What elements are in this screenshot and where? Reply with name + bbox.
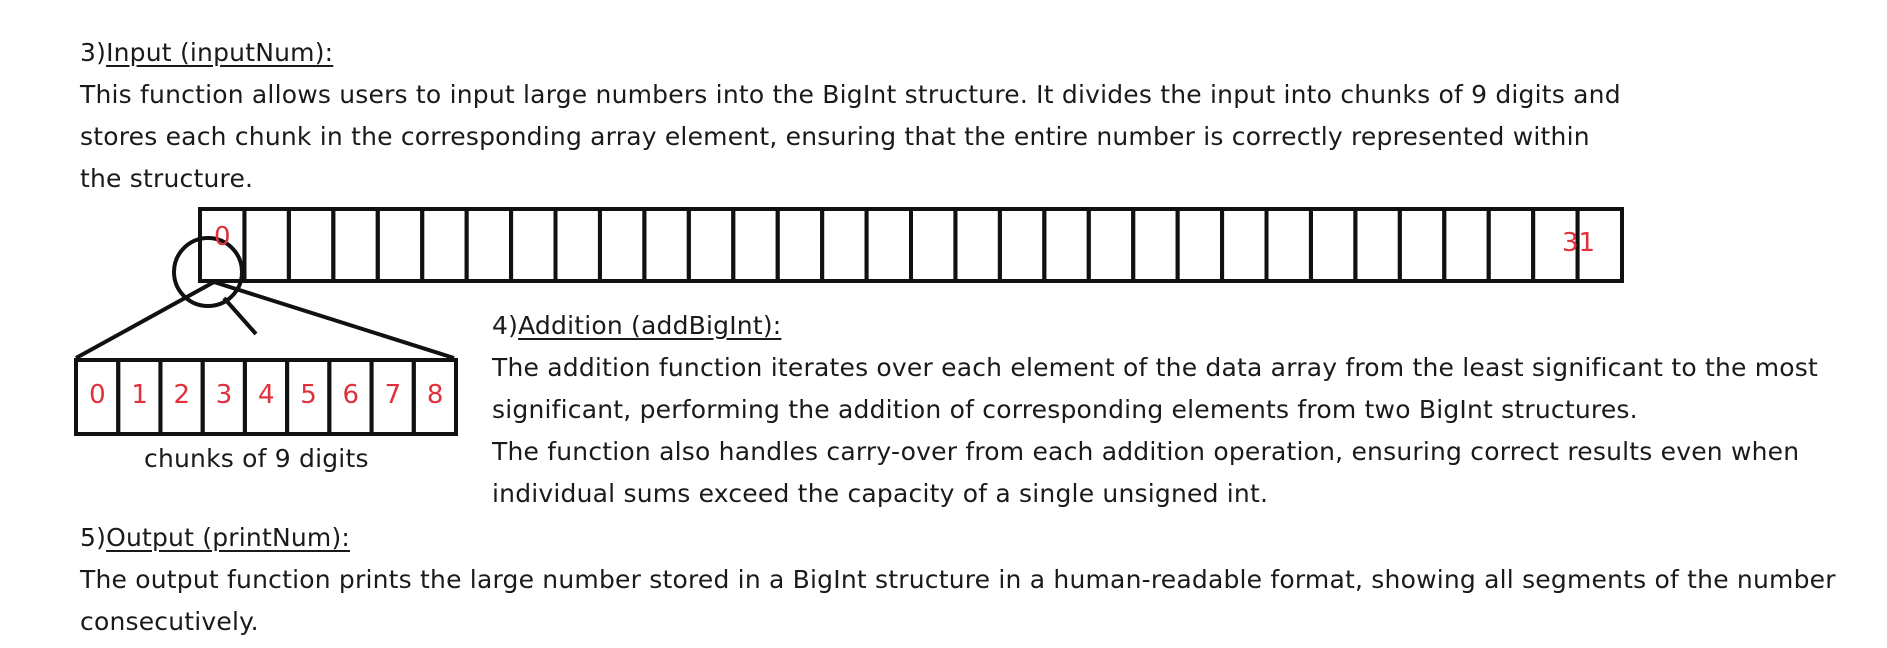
section-4-line-2: significant, performing the addition of …	[492, 395, 1638, 424]
chunk-digit-label: 4	[258, 380, 275, 410]
chunk-caption: chunks of 9 digits	[144, 444, 369, 473]
section-5-line-2: consecutively.	[80, 607, 259, 636]
chunk-digit-label: 6	[342, 380, 359, 410]
array-cell	[731, 207, 780, 283]
section-5-title: Output (printNum):	[106, 523, 351, 552]
chunk-digit-label: 5	[300, 380, 317, 410]
chunk-digit-label: 7	[384, 380, 402, 410]
array-cell	[642, 207, 691, 283]
array-cell	[286, 207, 336, 283]
array-cell	[509, 207, 558, 283]
section-4-heading: 4)Addition (addBigInt):	[492, 305, 781, 347]
zoom-right-line	[213, 280, 455, 360]
array-cell	[775, 207, 825, 283]
section-5-heading: 5)Output (printNum):	[80, 517, 350, 559]
section-4-line-1: The addition function iterates over each…	[492, 353, 1819, 382]
array-cell	[1397, 207, 1447, 283]
section-5-line-1: The output function prints the large num…	[80, 565, 1836, 594]
array-cell	[1442, 207, 1491, 283]
array-cell	[1353, 207, 1402, 283]
array-first-index: 0	[214, 222, 231, 252]
array-cell	[1264, 207, 1313, 283]
zoom-circle	[172, 236, 244, 308]
array-cell	[331, 207, 380, 283]
array-cell	[1308, 207, 1358, 283]
section-5-number: 5)	[80, 523, 107, 552]
array-cell	[1175, 207, 1225, 283]
array-cell	[1131, 207, 1180, 283]
chunk-digit-label: 8	[426, 380, 444, 410]
data-array	[198, 207, 1624, 283]
array-cell	[420, 207, 469, 283]
array-cell	[1042, 207, 1091, 283]
array-cell	[864, 207, 913, 283]
array-cell	[686, 207, 736, 283]
array-cell	[242, 207, 291, 283]
array-cell	[820, 207, 869, 283]
array-cell	[1086, 207, 1136, 283]
section-4-line-4: individual sums exceed the capacity of a…	[492, 479, 1269, 508]
chunk-digit-label: 2	[173, 380, 191, 410]
array-cell	[597, 207, 647, 283]
array-cell	[909, 207, 958, 283]
array-last-index: 31	[1562, 228, 1596, 258]
array-cell	[1486, 207, 1536, 283]
chunk-digit-label: 1	[131, 380, 148, 410]
array-cell	[997, 207, 1047, 283]
array-cell	[953, 207, 1002, 283]
zoom-left-line	[75, 280, 215, 360]
section-4-number: 4)	[492, 311, 519, 340]
array-cell	[375, 207, 425, 283]
array-cell	[553, 207, 602, 283]
array-cell	[1220, 207, 1269, 283]
array-cell	[464, 207, 514, 283]
section-4-title: Addition (addBigInt):	[518, 311, 782, 340]
section-4-line-3: The function also handles carry-over fro…	[492, 437, 1800, 466]
chunk-digit-label: 3	[215, 380, 233, 410]
zoom-handle	[222, 296, 258, 336]
chunk-digit-label: 0	[89, 380, 106, 410]
